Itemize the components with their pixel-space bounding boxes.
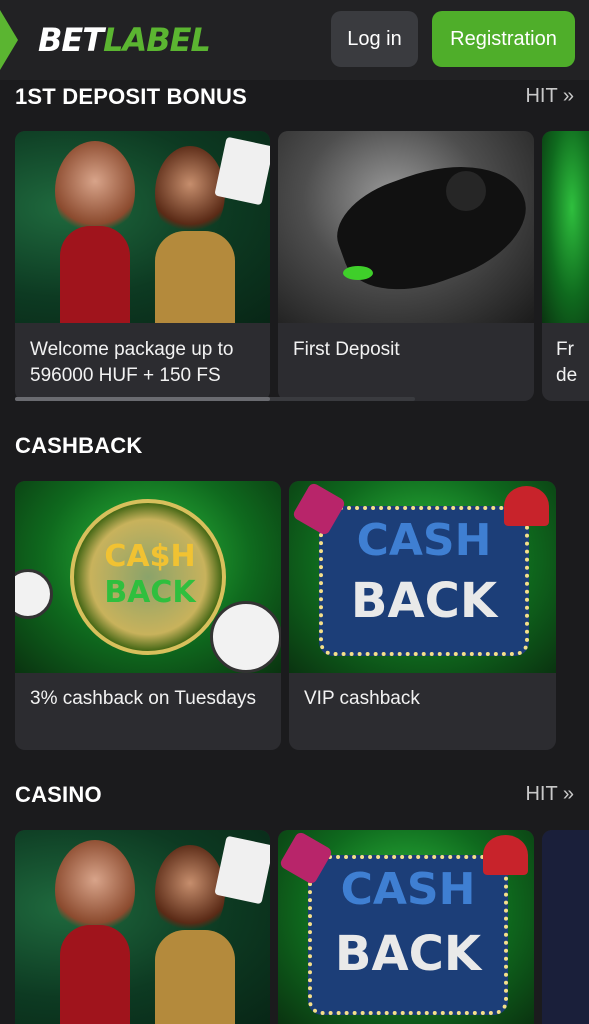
section-title-cashback: CASHBACK (15, 433, 143, 458)
green-promo-image (542, 131, 589, 323)
betlabel-logo[interactable]: BETLABEL (38, 21, 211, 59)
promo-card-vip-cashback[interactable]: CASH BACK VIP cashback (289, 481, 556, 750)
casino-women-image (15, 131, 270, 323)
card-text: Fr de (556, 339, 578, 386)
promo-card-cashback-tuesday[interactable]: CA$H BACK 3% cashback on Tuesdays (15, 481, 281, 750)
cashback-art-text-2: BACK (350, 573, 498, 629)
cashback-coin-image: CA$H BACK (15, 481, 281, 673)
cashback-art-text-2: BACK (334, 926, 482, 982)
promo-card-welcome[interactable]: Welcome package up to 596000 HUF + 150 F… (15, 131, 270, 401)
cashback-art-text-2: BACK (104, 575, 196, 610)
login-button[interactable]: Log in (331, 11, 418, 67)
casino-card-2[interactable]: CASH BACK (278, 830, 534, 1024)
casino-women-image (15, 830, 270, 1024)
card-text: VIP cashback (304, 688, 420, 709)
cashback-sign-image: CASH BACK (289, 481, 556, 673)
top-header: BETLABEL Log in Registration (0, 0, 589, 80)
hit-link-deposit[interactable]: HIT » (525, 85, 574, 108)
menu-arrow-icon[interactable] (0, 10, 18, 70)
football-player-image (278, 131, 534, 323)
cashback-art-text-1: CASH (356, 515, 492, 566)
section-title-deposit-bonus: 1ST DEPOSIT BONUS (15, 84, 247, 109)
cashback-art-text-1: CA$H (104, 539, 196, 574)
registration-button[interactable]: Registration (432, 11, 575, 67)
casino-card-3-partial[interactable] (542, 830, 589, 1024)
cashback-sign-image: CASH BACK (278, 830, 534, 1024)
casino-card-1[interactable] (15, 830, 270, 1024)
logo-bet: BET (38, 21, 104, 59)
hit-link-casino[interactable]: HIT » (525, 783, 574, 806)
card-text: First Deposit (293, 339, 400, 360)
card-text: Welcome package up to 596000 HUF + 150 F… (30, 339, 234, 386)
section-title-casino: CASINO (15, 782, 102, 807)
promo-card-first-deposit[interactable]: First Deposit (278, 131, 534, 401)
promo-card-partial[interactable]: Fr de (542, 131, 589, 401)
logo-label: LABEL (103, 21, 211, 59)
carousel-scrollbar-thumb[interactable] (15, 397, 270, 401)
blue-promo-image (542, 830, 589, 1024)
cashback-art-text-1: CASH (340, 864, 476, 915)
card-text: 3% cashback on Tuesdays (30, 688, 257, 709)
